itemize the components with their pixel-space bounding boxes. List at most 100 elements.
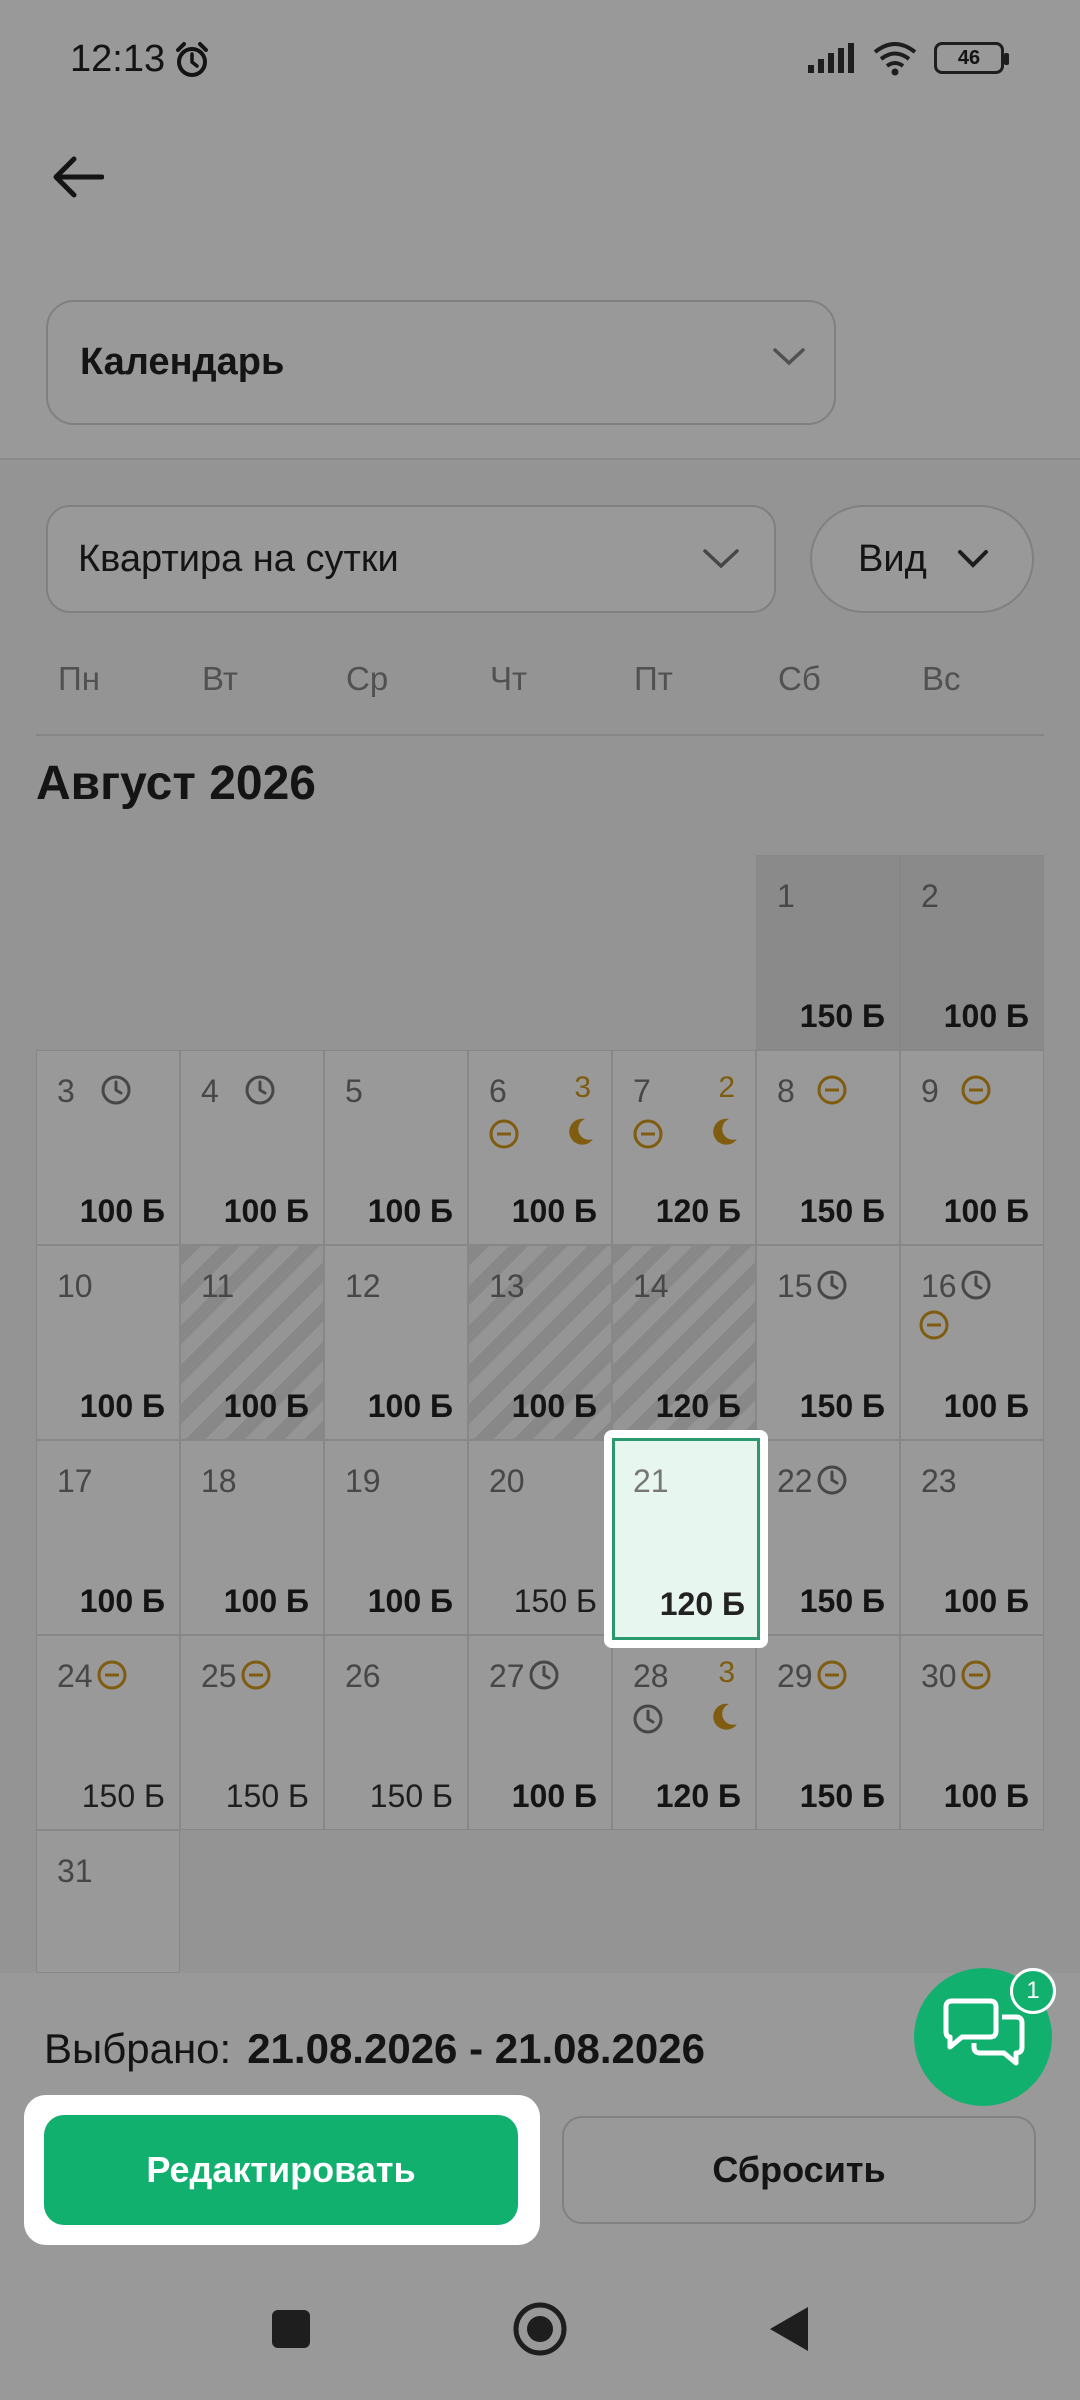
signal-icon [808,43,854,73]
day-cell[interactable]: 28 3 120 Б [612,1635,756,1830]
property-select[interactable]: Квартира на сутки [46,505,776,613]
day-number: 25 [201,1658,237,1694]
day-cell[interactable]: 26 150 Б [324,1635,468,1830]
clock-icon [633,1704,663,1734]
day-cell[interactable]: 3 100 Б [36,1050,180,1245]
selected-day-cell[interactable]: 21 120 Б [612,1438,760,1640]
day-number: 15 [777,1268,813,1304]
selection-summary: Выбрано: 21.08.2026 - 21.08.2026 [44,2025,705,2073]
chat-badge: 1 [1010,1968,1056,2014]
minus-circle-icon [961,1075,991,1105]
day-cell[interactable]: 31 [36,1830,180,1973]
weekday-label: Пт [634,660,673,697]
day-price: 100 Б [79,1583,165,1619]
day-cell[interactable]: 25 150 Б [180,1635,324,1830]
wifi-icon [873,42,917,76]
day-cell[interactable]: 1 150 Б [756,855,900,1050]
day-cell[interactable]: 17 100 Б [36,1440,180,1635]
calendar-select[interactable]: Календарь [46,300,836,425]
day-number: 4 [201,1073,219,1109]
day-price: 120 Б [655,1193,741,1229]
back-button[interactable] [46,145,110,209]
day-cell[interactable]: 29 150 Б [756,1635,900,1830]
weekday-label: Вс [922,660,961,697]
day-number: 14 [633,1268,669,1304]
booking-count: 3 [718,1656,735,1689]
day-cell[interactable]: 8 150 Б [756,1050,900,1245]
calendar-select-label: Календарь [80,341,285,383]
day-number: 9 [921,1073,939,1109]
clock-icon [817,1465,847,1495]
day-cell[interactable]: 5 100 Б [324,1050,468,1245]
day-cell[interactable]: 7 2 120 Б [612,1050,756,1245]
selection-dates: 21.08.2026 - 21.08.2026 [247,2025,705,2072]
selected-day-highlight: 21 120 Б [604,1430,768,1648]
clock-icon [529,1660,559,1690]
day-price: 120 Б [655,1388,741,1424]
day-cell[interactable]: 12 100 Б [324,1245,468,1440]
day-cell[interactable]: 15 150 Б [756,1245,900,1440]
day-price: 120 Б [655,1778,741,1814]
day-number: 3 [57,1073,75,1109]
weekday-label: Чт [490,660,528,697]
day-number: 29 [777,1658,813,1694]
moon-icon [713,1703,737,1730]
view-button-label: Вид [858,537,927,580]
day-number: 2 [921,878,939,914]
day-price: 150 Б [799,998,885,1034]
day-number: 24 [57,1658,93,1694]
day-cell[interactable]: 20 150 Б [468,1440,612,1635]
day-number: 6 [489,1073,507,1109]
minus-circle-icon [633,1119,663,1149]
day-price: 150 Б [799,1388,885,1424]
day-number: 8 [777,1073,795,1109]
minus-circle-icon [489,1119,519,1149]
day-cell[interactable]: 13 100 Б [468,1245,612,1440]
day-cell[interactable]: 30 100 Б [900,1635,1044,1830]
day-cell[interactable]: 10 100 Б [36,1245,180,1440]
day-number: 28 [633,1658,669,1694]
view-button[interactable]: Вид [810,505,1034,613]
day-number: 21 [633,1463,669,1499]
day-price: 100 Б [511,1778,597,1814]
day-cell[interactable]: 27 100 Б [468,1635,612,1830]
day-price: 100 Б [223,1388,309,1424]
day-price: 100 Б [367,1388,453,1424]
day-cell[interactable]: 19 100 Б [324,1440,468,1635]
booking-count: 3 [574,1071,591,1104]
day-price: 150 Б [81,1778,165,1814]
chat-button[interactable]: 1 [914,1968,1056,2106]
day-cell[interactable]: 14 120 Б [612,1245,756,1440]
home-icon[interactable] [512,2301,568,2357]
clock-icon [961,1270,991,1300]
day-price: 100 Б [943,1778,1029,1814]
recents-icon[interactable] [270,2308,312,2350]
day-price: 100 Б [943,1583,1029,1619]
day-cell[interactable]: 4 100 Б [180,1050,324,1245]
day-price: 100 Б [943,1388,1029,1424]
day-number: 23 [921,1463,957,1499]
reset-button[interactable]: Сбросить [562,2116,1036,2224]
day-cell[interactable]: 16 100 Б [900,1245,1044,1440]
battery-indicator: 46 [934,42,1009,74]
weekday-header: Пн Вт Ср Чт Пт Сб Вс [36,660,1044,736]
day-number: 1 [777,878,795,914]
day-cell[interactable]: 24 150 Б [36,1635,180,1830]
chevron-down-icon [957,550,988,568]
day-cell[interactable]: 9 100 Б [900,1050,1044,1245]
day-cell[interactable]: 2 100 Б [900,855,1044,1050]
day-cell[interactable]: 11 100 Б [180,1245,324,1440]
back-nav-icon[interactable] [768,2305,810,2353]
day-price: 150 Б [799,1778,885,1814]
day-cell[interactable]: 6 3 100 Б [468,1050,612,1245]
edit-button[interactable]: Редактировать [44,2115,518,2225]
day-number: 27 [489,1658,525,1694]
day-price: 100 Б [223,1193,309,1229]
day-price: 150 Б [799,1583,885,1619]
arrow-left-icon [53,156,104,198]
day-number: 12 [345,1268,381,1304]
day-cell[interactable]: 18 100 Б [180,1440,324,1635]
day-cell[interactable]: 23 100 Б [900,1440,1044,1635]
day-cell[interactable]: 22 150 Б [756,1440,900,1635]
status-bar: 12:13 46 [0,0,1080,120]
